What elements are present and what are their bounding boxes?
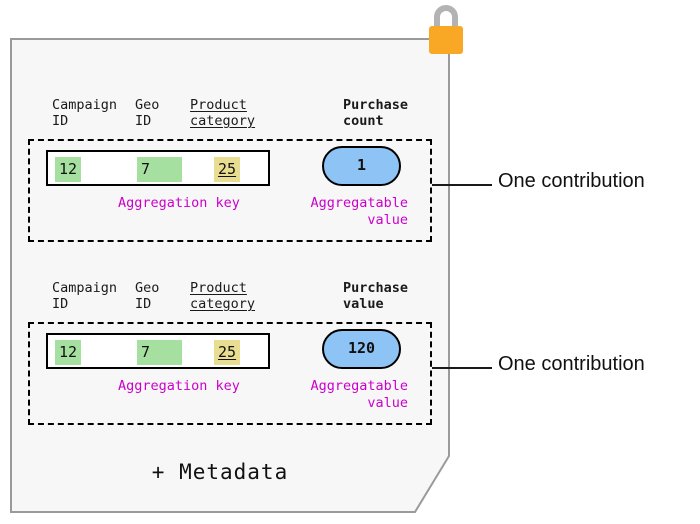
key-cell-geo-id-1: 7 <box>137 157 182 182</box>
aggregatable-value-pill-1: 1 <box>322 146 401 186</box>
lock-closed-icon <box>425 2 467 60</box>
header-geo-id-2: Geo ID <box>135 280 160 312</box>
caption-aggregatable-value-2: Aggregatable value <box>310 378 408 411</box>
callout-label-1: One contribution <box>498 170 645 192</box>
column-headers-1: Campaign ID Geo ID Product category Purc… <box>28 95 432 139</box>
contribution-boundary-1: 12 7 25 1 Aggregation key Aggregatable v… <box>28 139 432 242</box>
aggregation-key-box-2: 12 7 25 <box>46 333 270 369</box>
header-purchase-value: Purchase value <box>343 280 409 312</box>
key-cell-product-category-1: 25 <box>214 157 241 182</box>
caption-aggregation-key-2: Aggregation key <box>118 378 240 394</box>
key-cell-product-category-2: 25 <box>214 340 241 365</box>
header-product-category-2: Product category <box>190 280 256 312</box>
diagram-canvas: Campaign ID Geo ID Product category Purc… <box>0 0 700 524</box>
header-product-category-1: Product category <box>190 97 256 129</box>
leader-line-1 <box>432 184 492 186</box>
metadata-label: + Metadata <box>151 460 289 484</box>
key-cell-campaign-id-2: 12 <box>55 340 82 365</box>
aggregatable-value-pill-2: 120 <box>322 329 401 369</box>
leader-line-2 <box>432 367 492 369</box>
contribution-block-2: Campaign ID Geo ID Product category Purc… <box>28 278 432 425</box>
header-campaign-id-2: Campaign ID <box>52 280 118 312</box>
header-campaign-id-1: Campaign ID <box>52 97 118 129</box>
contribution-boundary-2: 12 7 25 120 Aggregation key Aggregatable… <box>28 322 432 425</box>
header-geo-id-1: Geo ID <box>135 97 160 129</box>
key-cell-campaign-id-1: 12 <box>55 157 82 182</box>
caption-aggregatable-value-1: Aggregatable value <box>310 195 408 228</box>
contribution-block-1: Campaign ID Geo ID Product category Purc… <box>28 95 432 242</box>
callout-label-2: One contribution <box>498 353 645 375</box>
header-purchase-count: Purchase count <box>343 97 409 129</box>
caption-aggregation-key-1: Aggregation key <box>118 195 240 211</box>
column-headers-2: Campaign ID Geo ID Product category Purc… <box>28 278 432 322</box>
key-cell-geo-id-2: 7 <box>137 340 182 365</box>
aggregation-key-box-1: 12 7 25 <box>46 150 270 186</box>
